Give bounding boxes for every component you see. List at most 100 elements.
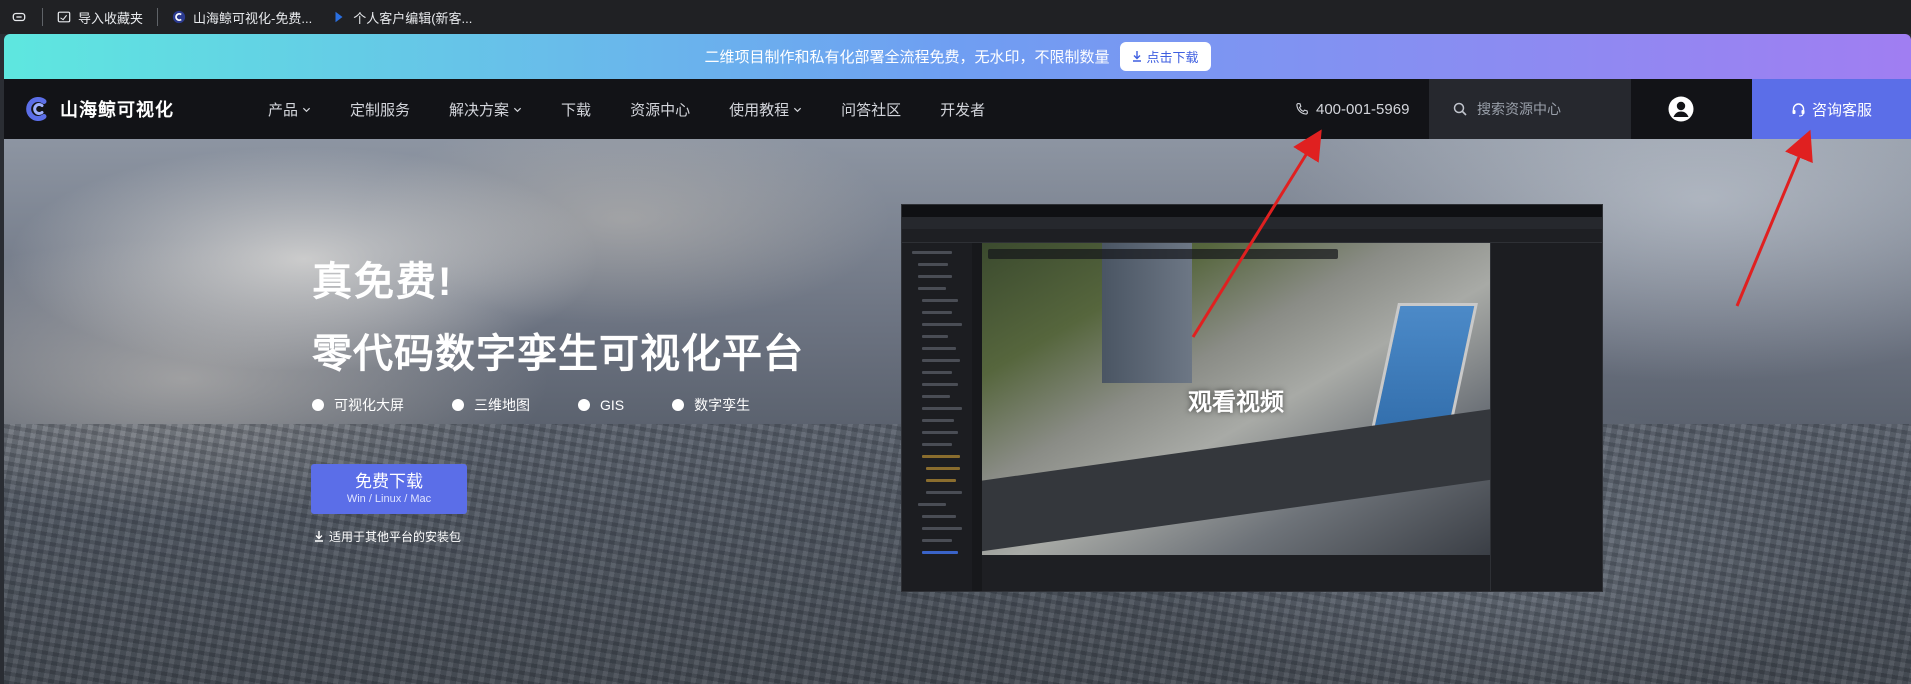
tree-row <box>918 503 946 506</box>
bookmark-customer-edit[interactable]: 个人客户编辑(新客... <box>322 0 482 34</box>
bullet-icon <box>672 399 685 411</box>
bullet-icon <box>452 399 464 411</box>
bookmark-shanhaijing[interactable]: 山海鲸可视化-免费... <box>162 0 322 34</box>
search-input[interactable]: 搜索资源中心 <box>1477 99 1561 119</box>
nav-menu: 产品 定制服务 解决方案 下载 资源中心 使用教程 问答社区 开发者 <box>268 99 1024 120</box>
logo-icon <box>26 97 47 121</box>
preview-toolbar <box>902 229 1602 243</box>
preview-timeline <box>982 555 1490 591</box>
promo-download-button[interactable]: 点击下载 <box>1119 42 1211 71</box>
tree-row <box>922 395 950 398</box>
tree-row <box>926 491 962 494</box>
tree-row <box>926 467 960 470</box>
promo-banner: 二维项目制作和私有化部署全流程免费，无水印，不限制数量 点击下载 <box>4 34 1911 79</box>
bookmark-favicon-icon <box>335 11 343 23</box>
nav-item-label: 产品 <box>268 101 299 119</box>
nav-item-download[interactable]: 下载 <box>561 99 591 120</box>
tree-row <box>922 311 952 314</box>
logo-text: 山海鲸可视化 <box>60 100 174 120</box>
watch-video-label[interactable]: 观看视频 <box>982 243 1490 555</box>
bookmark-import[interactable]: 导入收藏夹 <box>47 0 153 34</box>
tree-row <box>912 251 952 254</box>
bookmarks-separator <box>42 8 43 26</box>
nav-item-label: 定制服务 <box>350 101 411 119</box>
tree-row <box>922 431 958 434</box>
chevron-down-icon <box>794 107 802 112</box>
preview-browser-tabs <box>902 205 1602 217</box>
preview-icon-column <box>972 243 982 591</box>
feature-tag: 可视化大屏 <box>312 395 404 415</box>
tree-row <box>918 263 948 266</box>
hero-subtitle: 零代码数字孪生可视化平台 <box>312 332 804 376</box>
bullet-icon <box>578 399 590 411</box>
nav-item-label: 问答社区 <box>841 101 902 119</box>
nav-item-label: 开发者 <box>940 101 986 119</box>
bookmark-label: 导入收藏夹 <box>78 10 144 26</box>
tree-row <box>922 299 958 302</box>
tree-row <box>922 527 962 530</box>
bookmarks-bar: 导入收藏夹 山海鲸可视化-免费... 个人客户编辑(新客... <box>0 0 1911 34</box>
tree-row <box>922 551 958 554</box>
site-favicon-icon <box>172 10 186 24</box>
free-download-button[interactable]: 免费下载 Win / Linux / Mac <box>311 464 467 514</box>
bookmark-overflow-button[interactable] <box>0 0 38 34</box>
search-box[interactable]: 搜索资源中心 <box>1429 79 1631 139</box>
tree-row <box>922 335 948 338</box>
preview-properties-panel <box>1490 243 1602 591</box>
download-platforms: Win / Linux / Mac <box>346 493 432 505</box>
video-preview[interactable]: 观看视频 <box>901 204 1603 592</box>
feature-tag: GIS <box>578 395 624 415</box>
hero-title: 真免费! <box>312 260 454 304</box>
tree-row <box>922 407 962 410</box>
phone-icon <box>1296 102 1308 115</box>
tree-row <box>922 383 958 386</box>
tree-row <box>922 443 952 446</box>
nav-item-community[interactable]: 问答社区 <box>841 99 901 120</box>
feature-tag-label: GIS <box>600 397 625 413</box>
tree-row <box>922 539 952 542</box>
site-logo[interactable]: 山海鲸可视化 <box>24 95 224 123</box>
preview-3d-scene[interactable]: 观看视频 <box>982 243 1490 555</box>
promo-text: 二维项目制作和私有化部署全流程免费，无水印，不限制数量 <box>704 49 1110 66</box>
other-platforms-label: 适用于其他平台的安装包 <box>329 530 462 544</box>
tree-row <box>922 371 952 374</box>
main-nav: 山海鲸可视化 产品 定制服务 解决方案 下载 资源中心 使用教程 问答社区 开发… <box>4 79 1911 139</box>
nav-item-product[interactable]: 产品 <box>268 99 311 120</box>
nav-item-tutorials[interactable]: 使用教程 <box>729 99 802 120</box>
nav-item-label: 下载 <box>561 101 592 119</box>
nav-item-label: 使用教程 <box>729 101 790 119</box>
other-platforms-link[interactable]: 适用于其他平台的安装包 <box>314 528 461 545</box>
consult-label: 咨询客服 <box>1811 101 1872 119</box>
tree-row <box>922 455 960 458</box>
consult-service-button[interactable]: 咨询客服 <box>1752 79 1911 139</box>
tree-row <box>922 347 956 350</box>
phone-contact[interactable]: 400-001-5969 <box>1295 79 1409 139</box>
hero-section: 真免费! 零代码数字孪生可视化平台 可视化大屏 三维地图 GIS 数字孪生 免费… <box>4 139 1911 684</box>
nav-item-solutions[interactable]: 解决方案 <box>449 99 522 120</box>
tree-row <box>922 359 960 362</box>
nav-item-label: 解决方案 <box>449 101 510 119</box>
tree-row <box>922 515 956 518</box>
nav-item-custom-service[interactable]: 定制服务 <box>350 99 410 120</box>
tree-row <box>926 479 956 482</box>
feature-tags: 可视化大屏 三维地图 GIS 数字孪生 <box>312 395 798 415</box>
bookmark-label: 山海鲸可视化-免费... <box>193 10 313 26</box>
feature-tag: 三维地图 <box>452 395 530 415</box>
folder-icon <box>57 11 71 23</box>
download-icon <box>315 531 323 542</box>
chevron-down-icon <box>513 107 522 112</box>
phone-number: 400-001-5969 <box>1316 100 1410 118</box>
user-avatar-icon[interactable] <box>1668 96 1694 122</box>
nav-item-resources[interactable]: 资源中心 <box>630 99 690 120</box>
search-icon <box>1453 102 1467 116</box>
bookmark-manager-icon <box>12 12 26 22</box>
download-button-label: 免费下载 <box>355 472 423 491</box>
download-icon <box>1132 51 1141 62</box>
nav-item-label: 资源中心 <box>630 101 691 119</box>
tree-row <box>918 287 946 290</box>
nav-item-developer[interactable]: 开发者 <box>940 99 985 120</box>
feature-tag-label: 三维地图 <box>474 397 530 413</box>
bullet-icon <box>312 399 324 411</box>
bookmark-label: 个人客户编辑(新客... <box>353 10 473 26</box>
feature-tag: 数字孪生 <box>672 395 750 415</box>
